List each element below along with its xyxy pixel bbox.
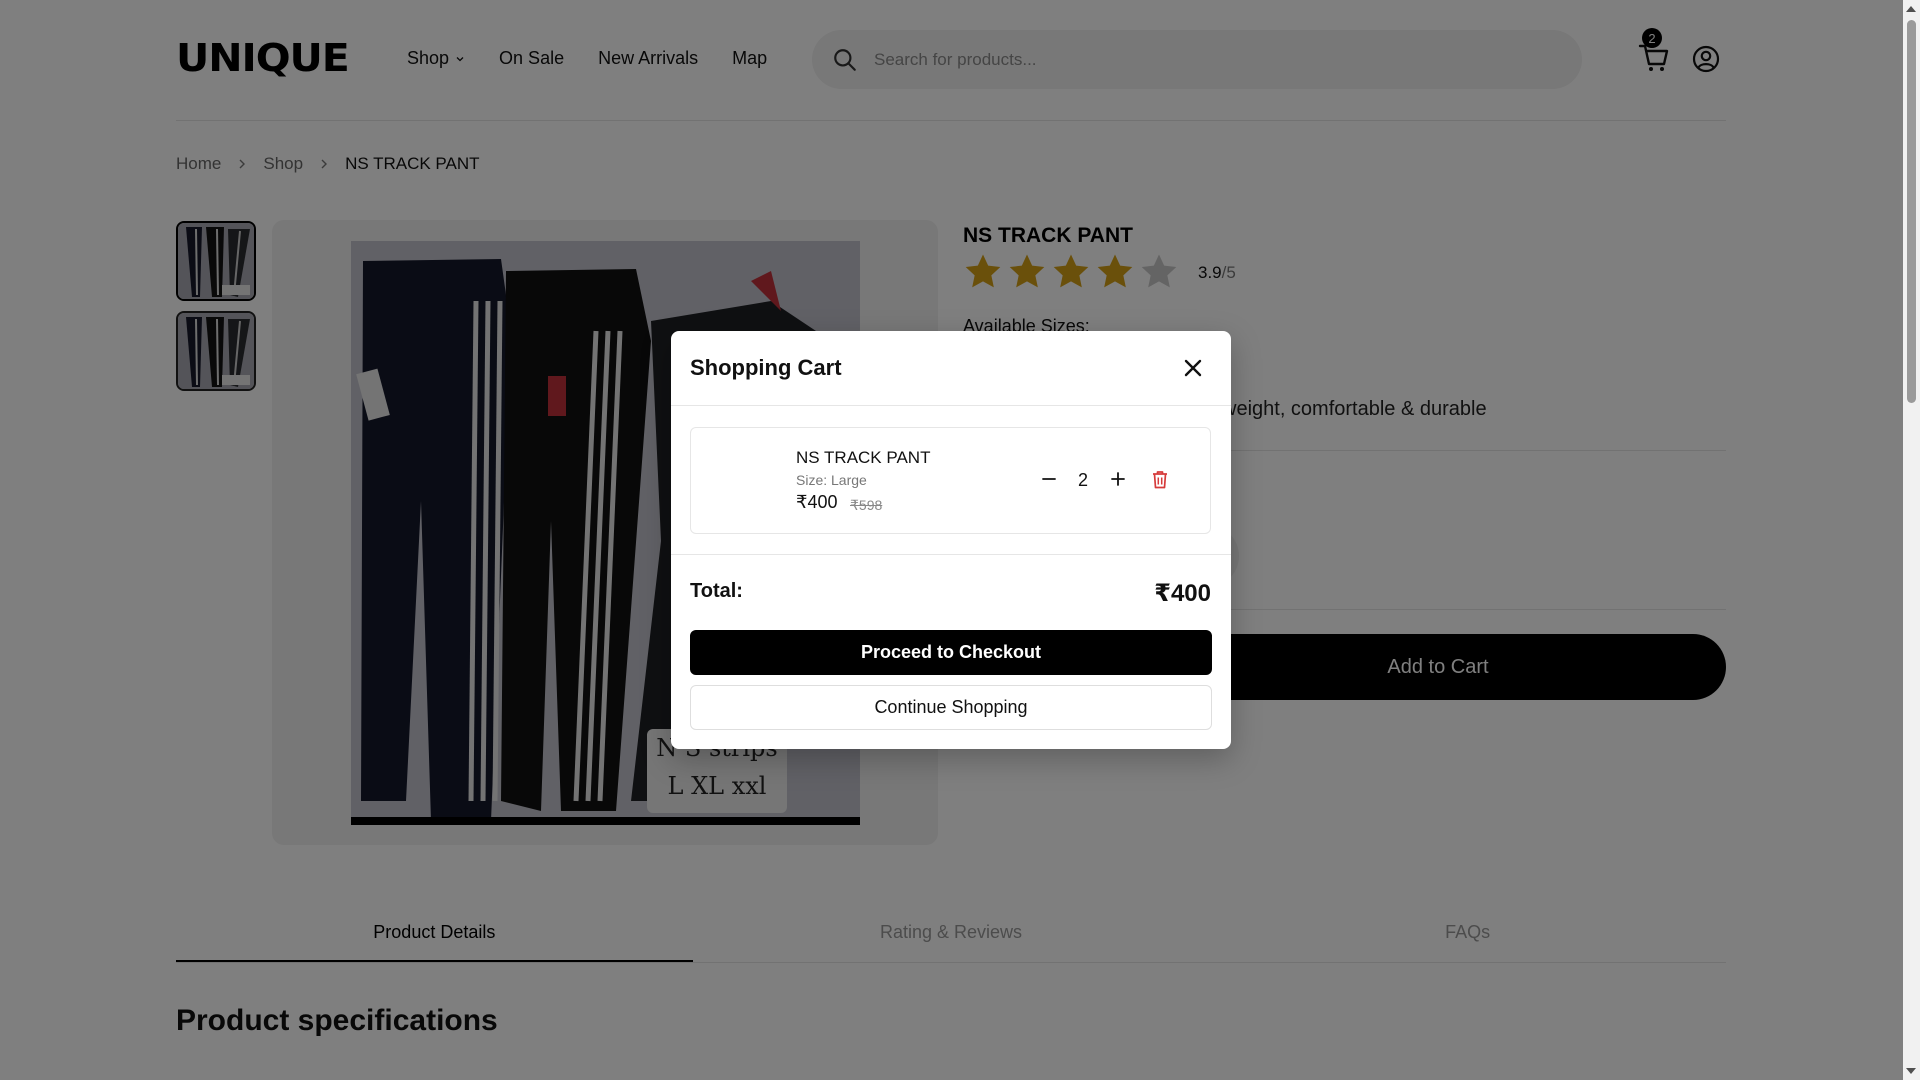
proceed-to-checkout-button[interactable]: Proceed to Checkout bbox=[690, 630, 1212, 675]
shopping-cart-modal: Shopping Cart NS TRACK PANT Size: Large … bbox=[671, 331, 1231, 749]
trash-icon[interactable] bbox=[1151, 470, 1169, 489]
modal-title: Shopping Cart bbox=[690, 355, 842, 380]
cart-item-original-price: ₹598 bbox=[850, 497, 883, 513]
cart-item-image bbox=[708, 445, 780, 517]
continue-shopping-button[interactable]: Continue Shopping bbox=[690, 685, 1212, 730]
divider bbox=[671, 554, 1231, 555]
total-label: Total: bbox=[690, 580, 743, 602]
scrollbar-thumb[interactable] bbox=[1907, 20, 1916, 403]
cart-item-price: ₹400 bbox=[796, 492, 838, 512]
scroll-down-arrow-icon[interactable] bbox=[1906, 1068, 1916, 1074]
modal-header: Shopping Cart bbox=[671, 331, 1231, 406]
total-value: ₹400 bbox=[1154, 580, 1211, 607]
cart-item-name: NS TRACK PANT bbox=[796, 448, 931, 467]
cart-item-size: Size: Large bbox=[796, 472, 867, 488]
page-scrollbar[interactable] bbox=[1903, 0, 1920, 1080]
scroll-up-arrow-icon[interactable] bbox=[1906, 6, 1916, 12]
close-icon[interactable] bbox=[1182, 357, 1204, 379]
cart-item: NS TRACK PANT Size: Large ₹400 ₹598 2 bbox=[690, 427, 1211, 534]
cart-item-quantity: 2 bbox=[1077, 470, 1088, 490]
plus-icon[interactable] bbox=[1110, 471, 1126, 487]
minus-icon[interactable] bbox=[1041, 471, 1057, 487]
